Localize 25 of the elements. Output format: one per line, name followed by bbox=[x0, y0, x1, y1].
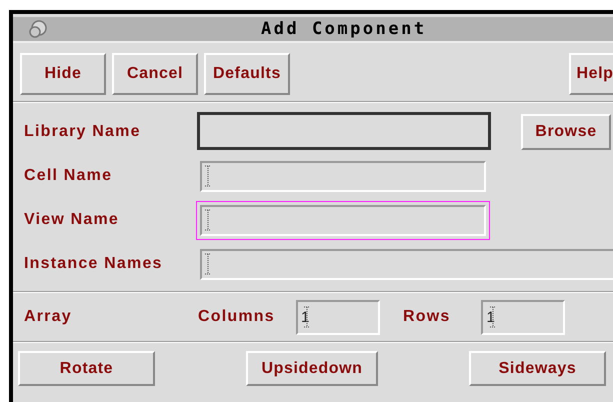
dialog-button[interactable]: Defaults bbox=[204, 53, 290, 95]
text-cursor-icon bbox=[304, 306, 310, 328]
text-cursor-icon bbox=[490, 306, 496, 328]
rows-label: Rows bbox=[403, 308, 450, 326]
input-field[interactable] bbox=[200, 248, 613, 280]
columns-label: Columns bbox=[198, 308, 276, 326]
text-cursor-icon bbox=[205, 165, 211, 187]
dialog-button[interactable]: Rotate bbox=[18, 351, 155, 386]
dialog-button[interactable]: Cancel bbox=[112, 53, 198, 95]
array-label: Array bbox=[24, 308, 73, 326]
dialog-button[interactable]: Help bbox=[569, 53, 613, 95]
dialog-button[interactable]: Sideways bbox=[469, 351, 606, 386]
field-label: Library Name bbox=[24, 123, 142, 141]
text-cursor-icon bbox=[205, 253, 211, 275]
window-menu-icon[interactable] bbox=[27, 19, 49, 39]
field-label: Cell Name bbox=[24, 167, 114, 185]
field-label: Instance Names bbox=[24, 255, 164, 273]
field-label: View Name bbox=[24, 211, 120, 229]
dialog-button[interactable]: Hide bbox=[20, 53, 106, 95]
input-field[interactable] bbox=[200, 160, 486, 192]
input-field[interactable] bbox=[197, 112, 491, 150]
browse-button[interactable]: Browse bbox=[521, 114, 611, 150]
text-cursor-icon bbox=[205, 209, 211, 231]
window-title: Add Component bbox=[261, 19, 427, 39]
dialog-button[interactable]: Upsidedown bbox=[246, 351, 378, 386]
